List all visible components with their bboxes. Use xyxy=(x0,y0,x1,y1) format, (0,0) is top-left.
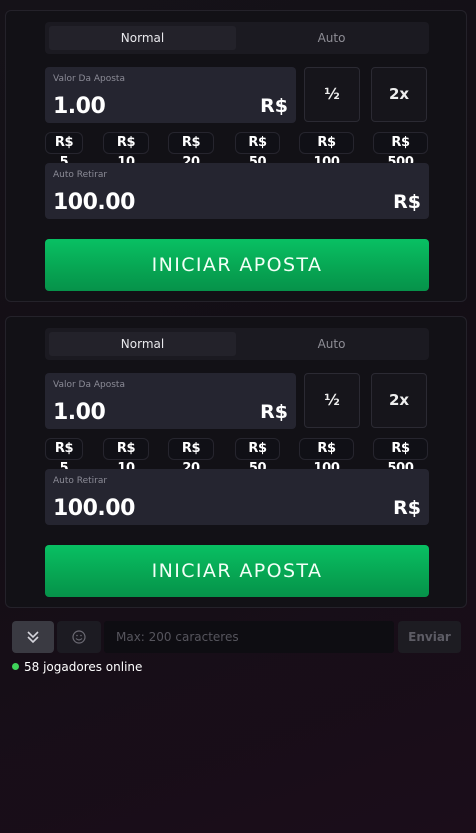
quick-amount-50[interactable]: R$ 50 xyxy=(235,438,280,476)
quick-amount-10[interactable]: R$ 10 xyxy=(103,132,149,170)
half-bet-button[interactable]: ½ xyxy=(304,373,360,428)
double-bet-button[interactable]: 2x xyxy=(371,67,427,122)
auto-cashout-currency: R$ xyxy=(393,191,421,213)
quick-amount-10[interactable]: R$ 10 xyxy=(103,438,149,476)
double-bet-button[interactable]: 2x xyxy=(371,373,427,428)
tab-auto[interactable]: Auto xyxy=(238,26,425,50)
online-dot-icon xyxy=(12,663,19,670)
bet-amount-value[interactable]: 1.00 xyxy=(53,94,106,119)
bet-amount-value[interactable]: 1.00 xyxy=(53,400,106,425)
bet-amount-field[interactable]: Valor Da Aposta 1.00 R$ xyxy=(45,373,296,429)
auto-cashout-field[interactable]: Auto Retirar 100.00 R$ xyxy=(45,163,429,219)
send-button[interactable]: Enviar xyxy=(398,621,461,653)
start-bet-button[interactable]: INICIAR APOSTA xyxy=(45,239,429,291)
bet-mode-tabs: Normal Auto xyxy=(45,328,429,360)
auto-cashout-currency: R$ xyxy=(393,497,421,519)
quick-amount-100[interactable]: R$ 100 xyxy=(299,438,354,476)
double-chevron-down-icon xyxy=(27,631,39,644)
tab-normal[interactable]: Normal xyxy=(49,332,236,356)
chat-message-input[interactable] xyxy=(104,621,394,653)
quick-amount-50[interactable]: R$ 50 xyxy=(235,132,280,170)
quick-amount-5[interactable]: R$ 5 xyxy=(45,132,83,170)
bet-amount-label: Valor Da Aposta xyxy=(53,74,125,84)
bet-amount-label: Valor Da Aposta xyxy=(53,380,125,390)
quick-amount-20[interactable]: R$ 20 xyxy=(168,438,214,476)
quick-amount-100[interactable]: R$ 100 xyxy=(299,132,354,170)
auto-cashout-label: Auto Retirar xyxy=(53,476,108,486)
auto-cashout-value[interactable]: 100.00 xyxy=(53,496,135,521)
bet-panel-2: Normal Auto Valor Da Aposta 1.00 R$ ½ 2x… xyxy=(5,316,467,608)
bet-mode-tabs: Normal Auto xyxy=(45,22,429,54)
quick-amount-20[interactable]: R$ 20 xyxy=(168,132,214,170)
online-players-text: 58 jogadores online xyxy=(24,660,143,674)
tab-auto[interactable]: Auto xyxy=(238,332,425,356)
auto-cashout-value[interactable]: 100.00 xyxy=(53,190,135,215)
quick-amount-500[interactable]: R$ 500 xyxy=(373,132,428,170)
bet-amount-currency: R$ xyxy=(260,401,288,423)
emoji-button[interactable] xyxy=(57,621,101,653)
half-bet-button[interactable]: ½ xyxy=(304,67,360,122)
bet-amount-field[interactable]: Valor Da Aposta 1.00 R$ xyxy=(45,67,296,123)
quick-amount-5[interactable]: R$ 5 xyxy=(45,438,83,476)
chat-collapse-button[interactable] xyxy=(12,621,54,653)
bet-amount-currency: R$ xyxy=(260,95,288,117)
smiley-icon xyxy=(72,630,86,644)
auto-cashout-field[interactable]: Auto Retirar 100.00 R$ xyxy=(45,469,429,525)
quick-amount-500[interactable]: R$ 500 xyxy=(373,438,428,476)
tab-normal[interactable]: Normal xyxy=(49,26,236,50)
auto-cashout-label: Auto Retirar xyxy=(53,170,108,180)
start-bet-button[interactable]: INICIAR APOSTA xyxy=(45,545,429,597)
bet-panel-1: Normal Auto Valor Da Aposta 1.00 R$ ½ 2x… xyxy=(5,10,467,302)
